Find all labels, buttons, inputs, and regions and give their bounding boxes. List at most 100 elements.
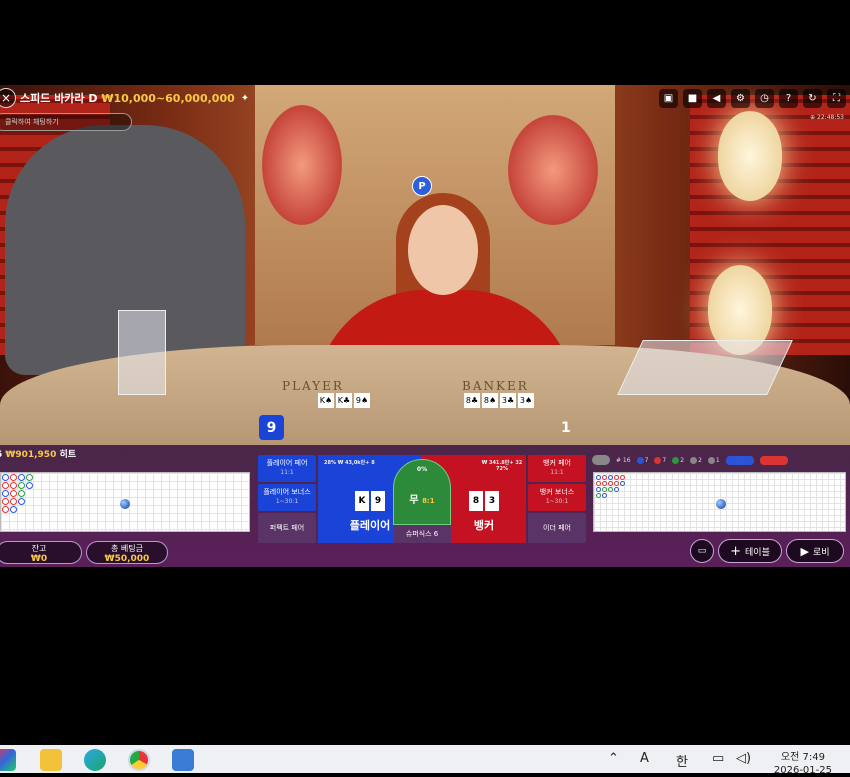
banker-bonus-odds: 1~30:1 [545, 498, 569, 505]
hit-amount: ₩901,950 [5, 450, 57, 460]
volume-tray-icon[interactable]: ◁) [736, 751, 751, 766]
fullscreen-icon[interactable]: ⛶ [827, 89, 846, 108]
player-card: K♠ [318, 393, 334, 408]
player-card: 9♠ [354, 393, 370, 408]
bead-dot [10, 474, 17, 481]
bead-dot [2, 474, 9, 481]
chat-icon[interactable]: ▭ [690, 539, 714, 563]
edge-icon[interactable] [84, 749, 106, 771]
table-limits: ₩10,000~60,000,000 [101, 92, 235, 105]
game-window: PLAYER BANKER K♠ K♣ 9♠ 8♣ 8♠ 3♣ 3♠ × 스피드… [0, 85, 850, 567]
plus-icon: + [730, 543, 742, 559]
chevron-up-icon[interactable]: ⌃ [608, 751, 619, 766]
dealer-badge: P [412, 176, 432, 196]
road-toggle[interactable] [592, 455, 610, 465]
ask-player-icon[interactable] [725, 455, 754, 465]
copilot-icon[interactable] [0, 749, 16, 771]
banker-count: 32 [515, 460, 523, 466]
total-bet-pill: 총 베팅금 ₩50,000 [86, 541, 168, 564]
banker-card: 8♣ [464, 393, 480, 408]
banker-pair-odds: 11:1 [550, 469, 564, 476]
help-icon[interactable]: ? [779, 89, 798, 108]
network-icon[interactable]: ▭ [712, 751, 724, 766]
chips-icon[interactable]: ▣ [659, 89, 678, 108]
chrome-icon[interactable] [128, 749, 150, 771]
refresh-icon[interactable]: ↻ [803, 89, 822, 108]
lobby-icon: ▶ [800, 544, 809, 558]
notepad-icon[interactable] [172, 749, 194, 771]
lang-indicator[interactable]: 한 [676, 751, 688, 770]
player-card: K♣ [336, 393, 352, 408]
summary-player: 7 [636, 456, 649, 464]
super6-bet[interactable]: 슈퍼식스 6 [393, 525, 451, 543]
summary-bp-count: 1 [715, 456, 720, 464]
big-road-dot [608, 475, 613, 480]
betting-bar: 5 ₩901,950 히트 잔고 ₩0 총 베팅금 ₩50,000 플레이어 페… [0, 445, 850, 567]
perfect-pair-label: 퍼펙트 페어 [269, 524, 305, 532]
banker-stat: ₩ 341.8만+ 32 72% [478, 459, 526, 472]
banker-score: 1 [561, 420, 571, 436]
bead-dot [2, 490, 9, 497]
discard-box [118, 310, 166, 395]
timestamp-text: 22:48:53 [817, 114, 844, 121]
player-bet-card: 9 [371, 491, 385, 511]
ask-banker-icon[interactable] [759, 455, 788, 465]
bead-dot [18, 498, 25, 505]
gear-icon[interactable]: ⚙ [731, 89, 750, 108]
player-stat-amount: ₩ 43,0k만+ [337, 460, 370, 466]
summary-pp-count: 2 [698, 456, 702, 464]
player-bonus-label: 플레이어 보너스 [263, 488, 311, 496]
table-button[interactable]: + 테이블 [718, 539, 782, 563]
taskbar: ⌃ A 한 ▭ ◁) 오전 7:49 2026-01-25 [0, 745, 850, 776]
banker-pct: 72% [496, 466, 508, 472]
summary-total: # 16 [616, 456, 631, 464]
player-stat: 28% ₩ 43,0k만+ 8 [324, 459, 375, 466]
summary-player-count: 7 [644, 456, 649, 464]
road-summary: # 16 7 7 2 2 1 [592, 453, 848, 467]
perfect-pair-bet[interactable]: 퍼펙트 페어 [258, 513, 316, 543]
balance-value: ₩0 [30, 554, 48, 564]
clock[interactable]: 오전 7:49 2026-01-25 [774, 751, 832, 777]
bead-road[interactable] [0, 472, 250, 532]
player-bonus-bet[interactable]: 플레이어 보너스 1~30:1 [258, 484, 316, 511]
clock-ampm: 오전 [780, 752, 800, 763]
table-banker-cards: 8♣ 8♠ 3♣ 3♠ [464, 393, 534, 408]
banker-bet-label: 뱅커 [473, 519, 495, 532]
tie-bet[interactable]: 0% 무 8:1 [393, 459, 451, 525]
video-dealer-face [408, 205, 478, 295]
big-road[interactable] [593, 472, 846, 532]
big-road-dot [620, 475, 625, 480]
close-icon[interactable]: × [0, 88, 16, 108]
bead-dot [2, 482, 9, 489]
banker-bet-card: 8 [469, 491, 483, 511]
banker-pair-bet[interactable]: 뱅커 페어 11:1 [528, 455, 586, 482]
summary-bp: 1 [707, 456, 720, 464]
video-icon[interactable]: ■ [683, 89, 702, 108]
big-road-dot [596, 481, 601, 486]
player-pair-bet[interactable]: 플레이어 페어 11:1 [258, 455, 316, 482]
table-player-cards: K♠ K♣ 9♠ [318, 393, 370, 408]
big-road-dot [614, 475, 619, 480]
summary-banker-count: 7 [662, 456, 667, 464]
big-road-dot [602, 481, 607, 486]
ime-indicator[interactable]: A [640, 751, 649, 766]
banker-bonus-bet[interactable]: 뱅커 보너스 1~30:1 [528, 484, 586, 511]
volume-icon[interactable]: ◀ [707, 89, 726, 108]
lobby-button[interactable]: ▶ 로비 [786, 539, 844, 563]
timestamp: ⊕ 22:48:53 [810, 114, 844, 121]
folder-icon[interactable] [40, 749, 62, 771]
player-pct: 28% [324, 460, 336, 466]
chat-input[interactable]: 클릭하여 채팅하기 [0, 113, 132, 131]
total-bet-value: ₩50,000 [104, 554, 150, 564]
video-blossom-right [508, 115, 598, 225]
history-icon[interactable]: ◷ [755, 89, 774, 108]
sparkle-icon: ✦ [240, 92, 250, 104]
big-road-dot [602, 487, 607, 492]
bead-dot [10, 482, 17, 489]
either-pair-bet[interactable]: 이더 페어 [528, 513, 586, 543]
big-road-dot [596, 487, 601, 492]
hit-suffix: 히트 [59, 450, 77, 460]
summary-tie: 2 [672, 456, 684, 464]
balance-pill: 잔고 ₩0 [0, 541, 82, 564]
player-pair-label: 플레이어 페어 [266, 459, 308, 467]
